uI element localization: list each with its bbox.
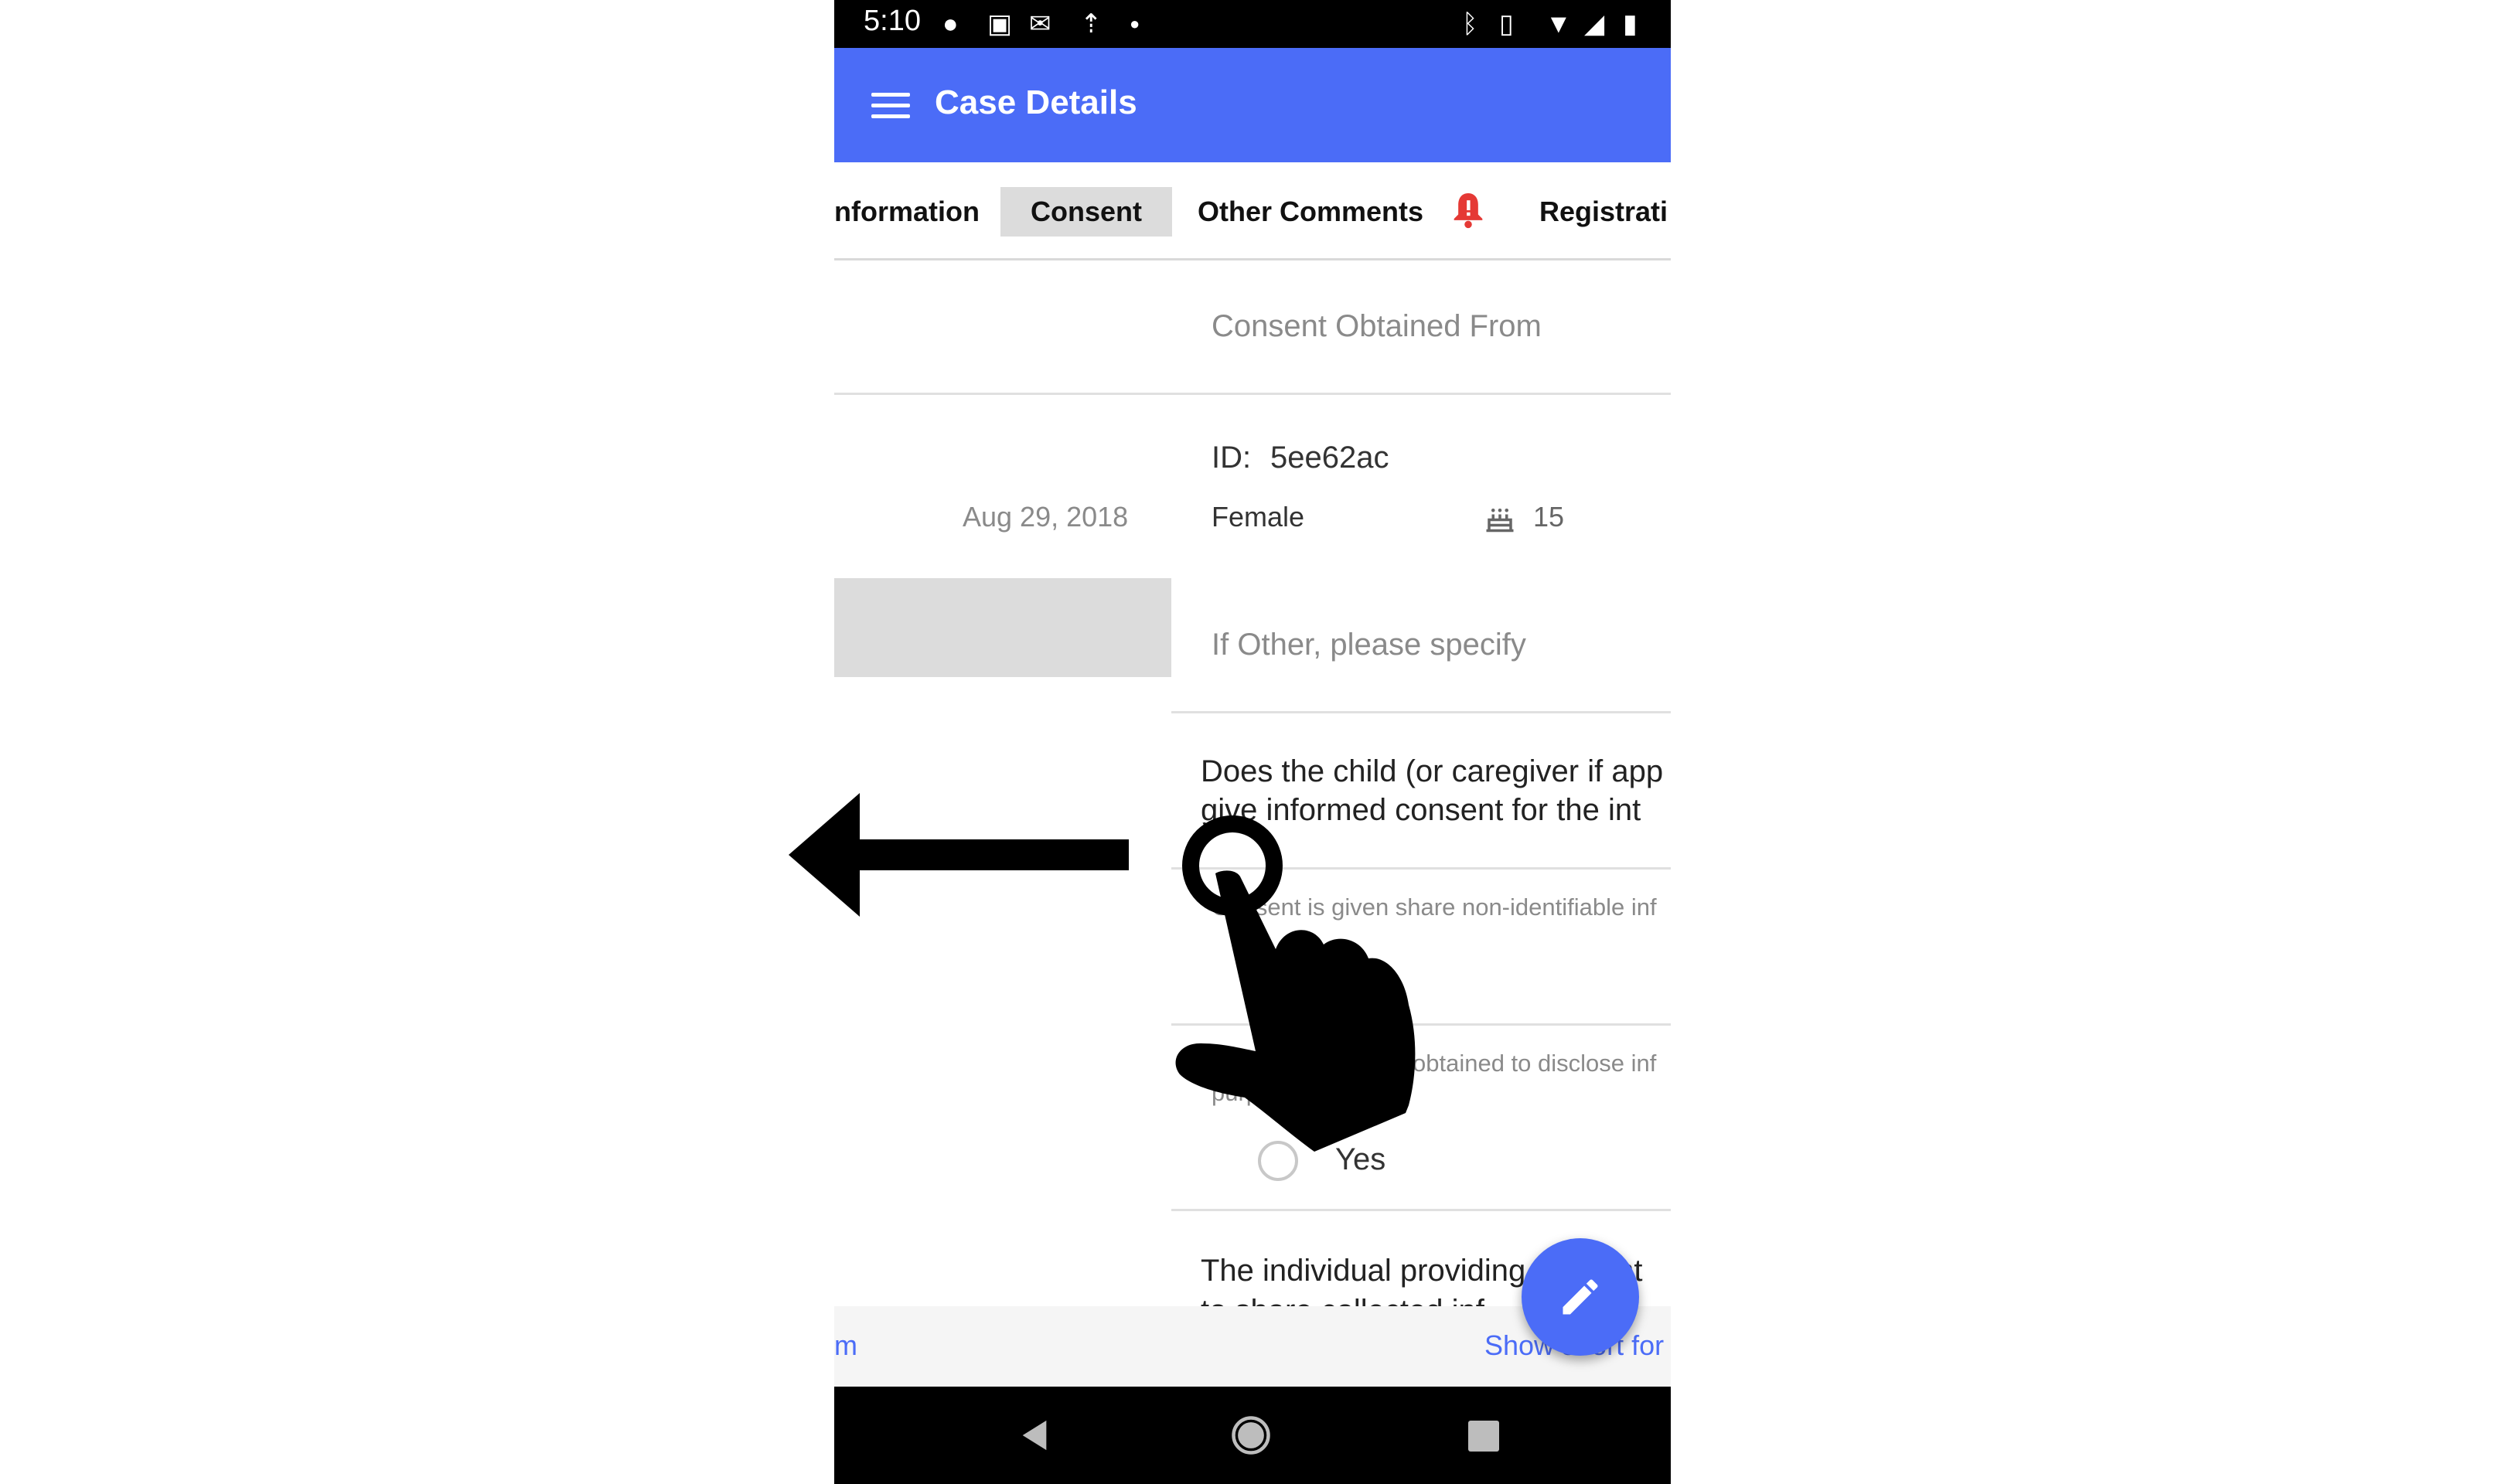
- mail-open-icon: ✉: [1029, 9, 1051, 39]
- case-date: Aug 29, 2018: [963, 501, 1129, 533]
- birthday-cake-icon: [1486, 508, 1514, 533]
- case-sex: Female: [1212, 501, 1305, 533]
- if-other-specify-field[interactable]: If Other, please specify: [1212, 628, 1526, 662]
- tab-consent[interactable]: Consent: [1000, 187, 1172, 237]
- vibrate-icon: ▯: [1499, 9, 1514, 39]
- divider: [1171, 1023, 1671, 1026]
- back-icon[interactable]: [1017, 1418, 1052, 1453]
- notification-icon: ●: [942, 9, 959, 39]
- grey-field-block: [834, 578, 1171, 677]
- divider: [834, 393, 1671, 395]
- tab-bar: nformation Consent Other Comments Regist…: [834, 162, 1671, 260]
- hamburger-menu-icon[interactable]: [871, 93, 910, 119]
- form-link[interactable]: m: [834, 1329, 857, 1362]
- radio-yes[interactable]: [1258, 1141, 1298, 1181]
- wifi-icon: ▼: [1546, 9, 1572, 39]
- question-disclose-info-line1: obtained to disclose inf: [1413, 1050, 1657, 1077]
- bookmark-icon: ▣: [987, 9, 1013, 39]
- signal-icon: ◢: [1584, 9, 1605, 39]
- more-notifications-icon: ●: [1130, 14, 1140, 33]
- app-bar: Case Details: [834, 48, 1671, 162]
- case-age: 15: [1533, 501, 1565, 533]
- edit-fab[interactable]: [1522, 1238, 1639, 1356]
- battery-icon: ▮: [1623, 9, 1638, 39]
- page-title: Case Details: [935, 83, 1137, 121]
- phone-screen: 5:10 ● ▣ ✉ ⇡ ● ᛒ ▯ ▼ ◢ ▮ Case Details nf…: [834, 0, 1671, 1484]
- question-disclose-info-line2: purp: [1212, 1079, 1260, 1106]
- tab-other-comments[interactable]: Other Comments: [1198, 187, 1423, 237]
- question-informed-consent-line1: Does the child (or caregiver if app: [1201, 754, 1664, 788]
- tab-information[interactable]: nformation: [834, 187, 989, 237]
- question-share-non-identifiable: Consent is given share non-identifiable …: [1212, 893, 1657, 921]
- divider: [1171, 1209, 1671, 1211]
- case-id-value: 5ee62ac: [1270, 441, 1389, 475]
- system-navigation-bar: [834, 1387, 1671, 1484]
- status-time: 5:10: [864, 5, 921, 37]
- consent-obtained-from-field[interactable]: Consent Obtained From: [1212, 309, 1542, 344]
- left-pane: Aug 29, 2018: [834, 260, 1171, 1303]
- consent-form: Consent Obtained From ID: 5ee62ac Female…: [834, 260, 1671, 1306]
- question-informed-consent-line2: give informed consent for the int: [1201, 793, 1641, 827]
- recents-icon[interactable]: [1468, 1421, 1499, 1452]
- pencil-icon: [1563, 1279, 1598, 1315]
- question-individual-line2: to share collected inf: [1201, 1294, 1484, 1306]
- upload-icon: ⇡: [1080, 9, 1103, 39]
- status-bar: 5:10 ● ▣ ✉ ⇡ ● ᛒ ▯ ▼ ◢ ▮: [834, 0, 1671, 48]
- divider: [1171, 867, 1671, 870]
- bluetooth-icon: ᛒ: [1462, 9, 1478, 39]
- case-id-label: ID:: [1212, 441, 1252, 475]
- radio-yes-label: Yes: [1335, 1142, 1386, 1176]
- divider: [1171, 711, 1671, 713]
- tab-registration[interactable]: Registrati: [1539, 187, 1668, 237]
- home-icon[interactable]: [1230, 1414, 1272, 1456]
- bell-alert-icon: [1454, 193, 1483, 229]
